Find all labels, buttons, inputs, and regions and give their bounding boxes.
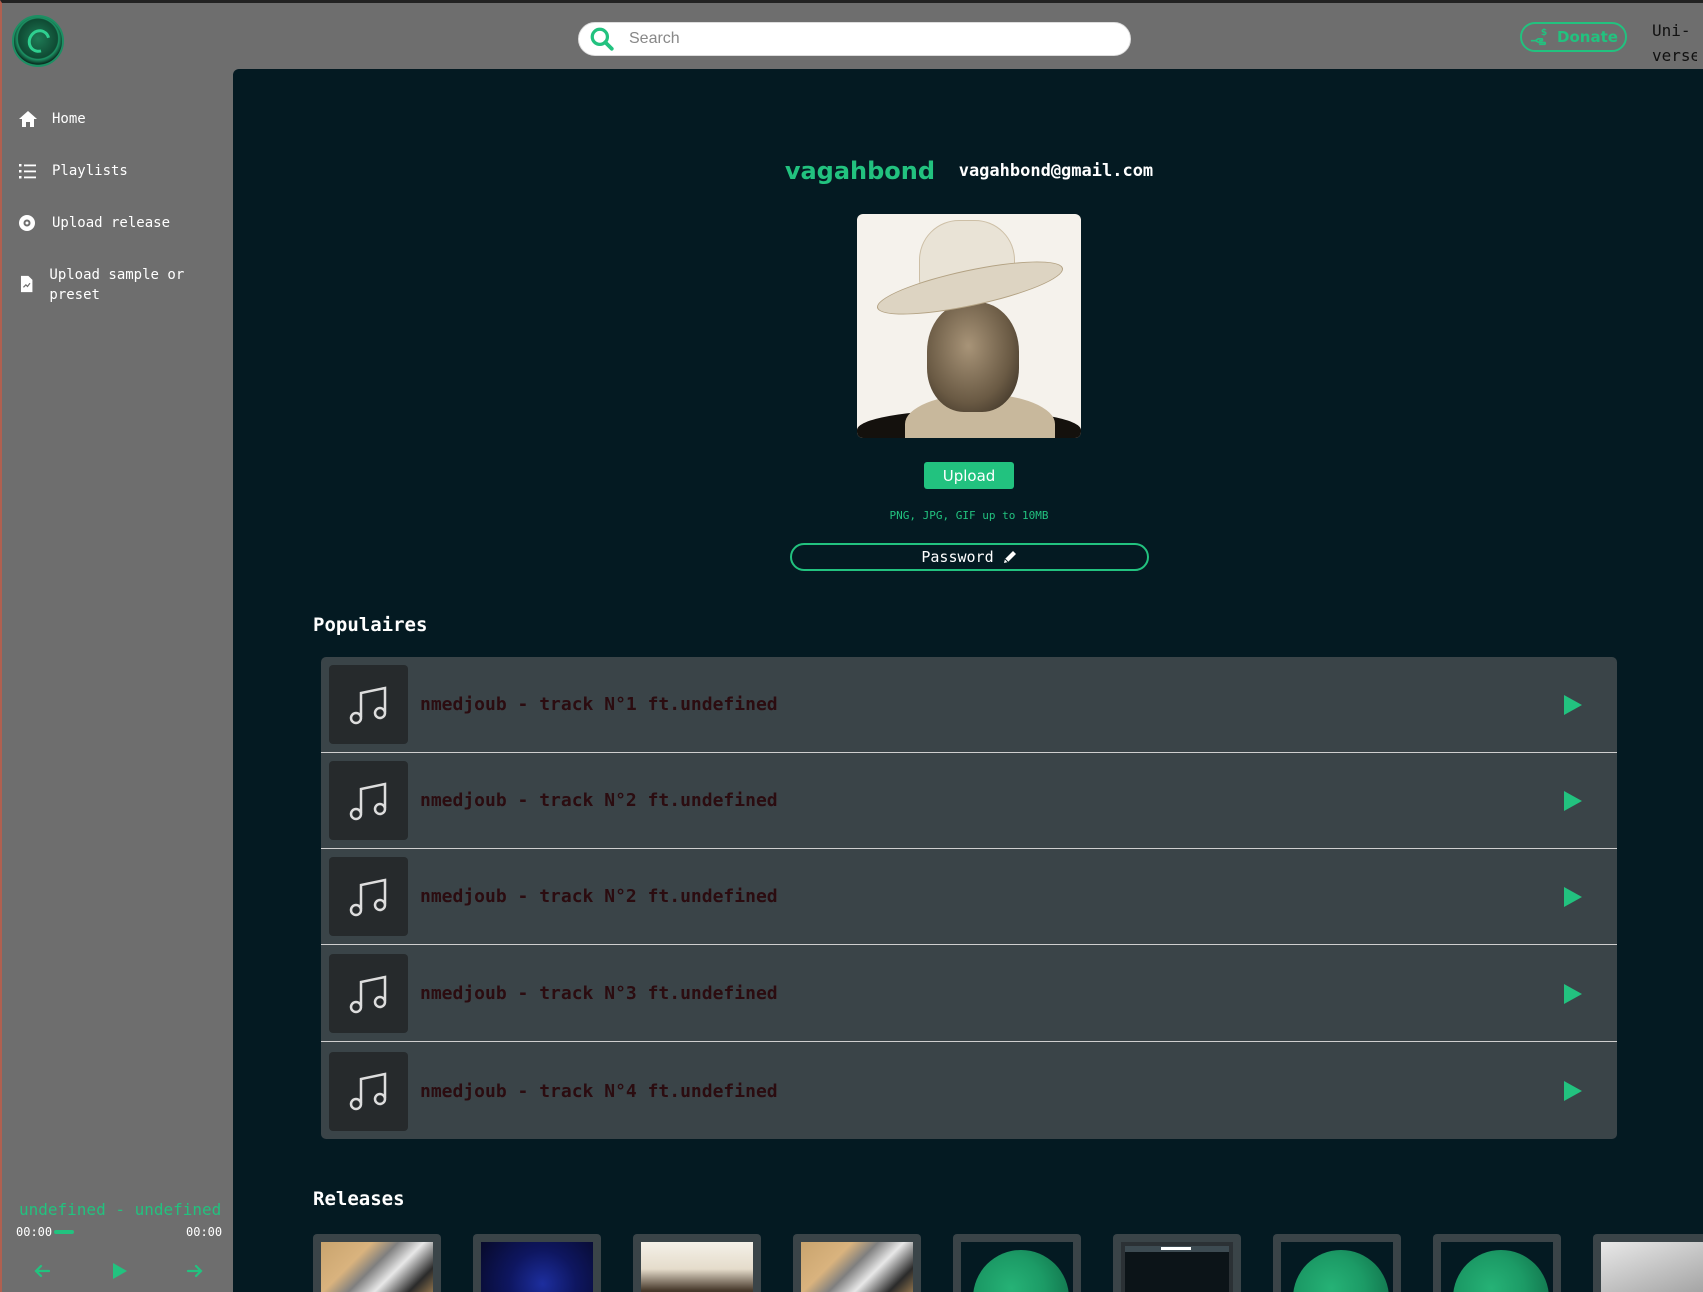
release-card[interactable] — [1273, 1234, 1401, 1292]
play-icon[interactable] — [1560, 693, 1584, 717]
pencil-icon — [1003, 551, 1016, 563]
track-title: nmedjoub - track N°2 ft.undefined — [420, 886, 778, 907]
track-title: nmedjoub - track N°2 ft.undefined — [420, 790, 778, 811]
play-icon[interactable] — [1560, 982, 1584, 1006]
release-card[interactable] — [633, 1234, 761, 1292]
track-row[interactable]: nmedjoub - track N°3 ft.undefined — [321, 946, 1617, 1042]
track-title: nmedjoub - track N°3 ft.undefined — [420, 983, 778, 1004]
previous-arrow-icon[interactable] — [31, 1260, 53, 1282]
sidebar-item-label: Playlists — [52, 163, 128, 179]
sidebar-item-upload-release[interactable]: Upload release — [18, 213, 170, 233]
upload-avatar-button[interactable]: Upload — [924, 462, 1014, 489]
release-cover — [1441, 1242, 1553, 1292]
track-list: nmedjoub - track N°1 ft.undefined nmedjo… — [321, 657, 1617, 1139]
main-content: vagahbond vagahbond@gmail.com Upload PNG… — [233, 69, 1703, 1292]
play-icon[interactable] — [108, 1260, 130, 1282]
donate-hand-icon: $ — [1530, 28, 1547, 46]
release-card[interactable] — [313, 1234, 441, 1292]
track-row[interactable]: nmedjoub - track N°4 ft.undefined — [321, 1043, 1617, 1139]
track-thumbnail — [329, 761, 408, 840]
track-thumbnail — [329, 1051, 408, 1131]
music-note-icon — [349, 877, 386, 916]
duration: 00:00 — [186, 1225, 223, 1239]
release-cover — [1601, 1242, 1703, 1292]
track-row[interactable]: nmedjoub - track N°1 ft.undefined — [321, 657, 1617, 753]
release-cover — [1281, 1242, 1393, 1292]
play-icon[interactable] — [1560, 1079, 1584, 1103]
change-password-button[interactable]: Password — [790, 543, 1149, 571]
release-card[interactable] — [1433, 1234, 1561, 1292]
release-cover — [321, 1242, 433, 1292]
track-thumbnail — [329, 857, 408, 936]
list-icon — [19, 164, 36, 179]
search-input[interactable] — [629, 30, 1099, 48]
donate-button[interactable]: $ Donate — [1520, 22, 1627, 52]
next-arrow-icon[interactable] — [184, 1260, 206, 1282]
now-playing-title: undefined - undefined — [19, 1200, 222, 1219]
release-cover — [1121, 1242, 1233, 1292]
track-title: nmedjoub - track N°1 ft.undefined — [420, 694, 778, 715]
home-icon — [19, 111, 37, 127]
universe-label-line2: verse — [1652, 46, 1697, 65]
music-note-icon — [349, 685, 386, 724]
sidebar-item-home[interactable]: Home — [18, 109, 86, 129]
username: vagahbond — [784, 157, 936, 185]
release-card[interactable] — [473, 1234, 601, 1292]
upload-hint: PNG, JPG, GIF up to 10MB — [889, 509, 1049, 522]
release-cover — [481, 1242, 593, 1292]
file-icon — [20, 275, 33, 293]
release-card[interactable] — [793, 1234, 921, 1292]
sidebar-item-upload-sample[interactable]: Upload sample or preset — [18, 265, 218, 305]
profile-header: vagahbond vagahbond@gmail.com — [233, 157, 1703, 185]
track-row[interactable]: nmedjoub - track N°2 ft.undefined — [321, 753, 1617, 849]
music-note-icon — [349, 974, 386, 1013]
search-icon — [590, 27, 614, 51]
music-note-icon — [349, 1072, 386, 1111]
password-label: Password — [921, 548, 994, 566]
release-card[interactable] — [1113, 1234, 1241, 1292]
current-time: 00:00 — [16, 1225, 53, 1239]
release-cover — [801, 1242, 913, 1292]
release-card[interactable] — [1593, 1234, 1703, 1292]
disc-icon — [19, 215, 35, 231]
sidebar-item-label: Upload sample or preset — [49, 267, 185, 303]
release-cover — [961, 1242, 1073, 1292]
track-thumbnail — [329, 665, 408, 744]
release-cover — [641, 1242, 753, 1292]
search-bar[interactable] — [578, 22, 1131, 56]
music-note-icon — [349, 781, 386, 820]
release-card[interactable] — [953, 1234, 1081, 1292]
sidebar-item-label: Upload release — [52, 215, 171, 231]
populaires-heading: Populaires — [313, 614, 428, 636]
universe-label-line1: Uni- — [1652, 21, 1691, 40]
track-title: nmedjoub - track N°4 ft.undefined — [420, 1080, 778, 1102]
play-icon[interactable] — [1560, 885, 1584, 909]
track-thumbnail — [329, 954, 408, 1033]
app-logo[interactable] — [12, 15, 64, 67]
releases-heading: Releases — [313, 1188, 405, 1210]
universe-menu[interactable]: Uni- verse — [1652, 18, 1697, 68]
play-icon[interactable] — [1560, 789, 1584, 813]
progress-bar[interactable] — [54, 1230, 74, 1234]
svg-text:$: $ — [1541, 28, 1547, 38]
user-email: vagahbond@gmail.com — [958, 161, 1154, 181]
donate-label: Donate — [1557, 28, 1618, 46]
sidebar-item-label: Home — [52, 111, 86, 127]
sidebar-item-playlists[interactable]: Playlists — [18, 161, 128, 181]
track-row[interactable]: nmedjoub - track N°2 ft.undefined — [321, 849, 1617, 945]
profile-avatar — [857, 214, 1081, 438]
